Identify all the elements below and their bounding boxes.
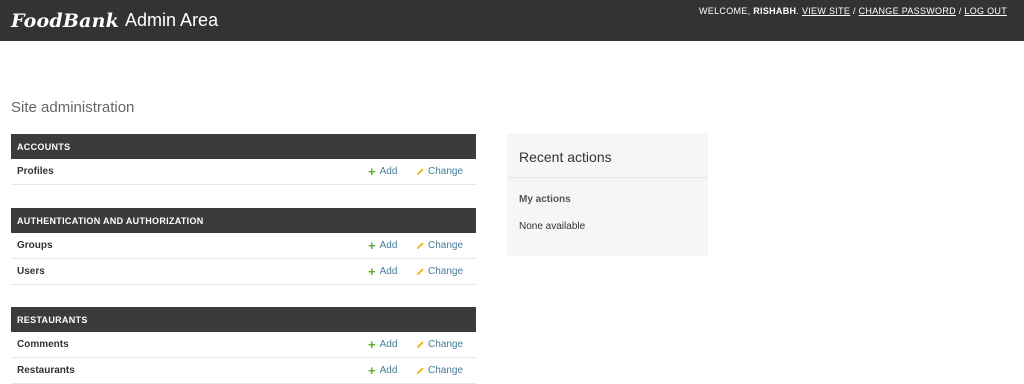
plus-icon: +	[368, 163, 376, 179]
module-auth: AUTHENTICATION AND AUTHORIZATION Groups …	[11, 208, 476, 285]
module-restaurants: RESTAURANTS Comments + Add Change Restaur…	[11, 307, 476, 384]
user-name: RISHABH	[753, 6, 797, 16]
plus-icon: +	[368, 336, 376, 352]
module-caption[interactable]: RESTAURANTS	[11, 307, 476, 332]
change-password-link[interactable]: CHANGE PASSWORD	[859, 6, 956, 16]
recent-actions-title: Recent actions	[507, 134, 708, 178]
change-button[interactable]: Change	[416, 365, 463, 376]
model-link[interactable]: Groups	[17, 240, 53, 251]
change-button[interactable]: Change	[416, 166, 463, 177]
table-row: Comments + Add Change	[11, 332, 476, 358]
model-link[interactable]: Comments	[17, 339, 69, 350]
plus-icon: +	[368, 237, 376, 253]
branding[interactable]: FoodBank Admin Area	[11, 0, 218, 41]
pencil-icon	[416, 367, 424, 375]
log-out-link[interactable]: LOG OUT	[964, 6, 1007, 16]
recent-actions-panel: Recent actions My actions None available	[507, 134, 708, 256]
add-button[interactable]: + Add	[368, 336, 397, 352]
table-row: Restaurants + Add Change	[11, 358, 476, 384]
site-name[interactable]: Admin Area	[125, 10, 218, 31]
model-link[interactable]: Restaurants	[17, 365, 75, 376]
change-button[interactable]: Change	[416, 266, 463, 277]
empty-state-text: None available	[519, 221, 586, 232]
table-row: Profiles + Add Change	[11, 159, 476, 185]
change-button[interactable]: Change	[416, 339, 463, 350]
module-caption[interactable]: AUTHENTICATION AND AUTHORIZATION	[11, 208, 476, 233]
change-button[interactable]: Change	[416, 240, 463, 251]
separator: /	[958, 6, 962, 16]
add-button[interactable]: + Add	[368, 263, 397, 279]
pencil-icon	[416, 268, 424, 276]
plus-icon: +	[368, 362, 376, 378]
page-title: Site administration	[11, 99, 135, 116]
add-button[interactable]: + Add	[368, 362, 397, 378]
add-button[interactable]: + Add	[368, 237, 397, 253]
view-site-link[interactable]: VIEW SITE	[802, 6, 850, 16]
separator: /	[852, 6, 856, 16]
module-caption[interactable]: ACCOUNTS	[11, 134, 476, 159]
pencil-icon	[416, 341, 424, 349]
module-accounts: ACCOUNTS Profiles + Add Change	[11, 134, 476, 185]
plus-icon: +	[368, 263, 376, 279]
header: FoodBank Admin Area WELCOME, RISHABH. VI…	[0, 0, 1024, 41]
model-link[interactable]: Users	[17, 266, 45, 277]
table-row: Users + Add Change	[11, 259, 476, 285]
pencil-icon	[416, 168, 424, 176]
user-tools: WELCOME, RISHABH. VIEW SITE / CHANGE PAS…	[699, 6, 1007, 16]
site-logo-text[interactable]: FoodBank	[11, 10, 119, 32]
welcome-text: WELCOME,	[699, 6, 751, 16]
add-button[interactable]: + Add	[368, 163, 397, 179]
table-row: Groups + Add Change	[11, 233, 476, 259]
pencil-icon	[416, 242, 424, 250]
my-actions-heading: My actions	[519, 194, 571, 205]
model-link[interactable]: Profiles	[17, 166, 54, 177]
